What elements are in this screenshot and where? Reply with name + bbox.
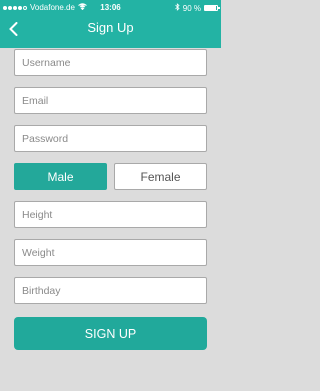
weight-field[interactable] (14, 239, 207, 266)
password-field[interactable] (14, 125, 207, 152)
status-right: 90 % (174, 3, 220, 13)
sign-up-button[interactable]: SIGN UP (14, 317, 207, 350)
gender-male-button[interactable]: Male (14, 163, 107, 190)
height-field[interactable] (14, 201, 207, 228)
bluetooth-icon (174, 3, 180, 13)
username-field[interactable] (14, 49, 207, 76)
gender-female-button[interactable]: Female (114, 163, 207, 190)
battery-percentage: 90 % (182, 3, 201, 13)
email-field[interactable] (14, 87, 207, 114)
battery-fill (205, 6, 216, 10)
app-header: Vodafone.de 13:06 90 % Sign Up (0, 0, 221, 48)
battery-icon (204, 5, 220, 11)
page-title: Sign Up (87, 20, 134, 35)
birthday-field[interactable] (14, 277, 207, 304)
status-bar: Vodafone.de 13:06 90 % (0, 0, 221, 16)
